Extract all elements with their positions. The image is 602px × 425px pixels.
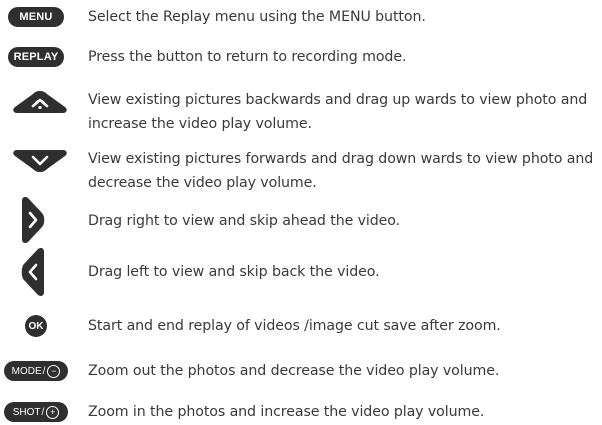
- down-arrow-button-icon: [12, 149, 68, 173]
- mode-button-label: MODE: [11, 365, 42, 377]
- instruction-row-replay: REPLAY Press the button to return to rec…: [0, 45, 602, 71]
- instruction-text-ok: Start and end replay of videos /image cu…: [88, 318, 501, 334]
- ok-button-icon: OK: [25, 315, 47, 337]
- ok-button-label: OK: [28, 320, 44, 332]
- instruction-text-up: View existing pictures backwards and dra…: [88, 92, 588, 132]
- plus-icon: +: [46, 405, 60, 419]
- menu-button-label: MENU: [19, 11, 53, 23]
- up-arrow-button-shape: [13, 91, 67, 113]
- instruction-row-down: View existing pictures forwards and drag…: [0, 147, 602, 197]
- instruction-row-shot: SHOT / + Zoom in the photos and increase…: [0, 400, 602, 425]
- instruction-text-replay: Press the button to return to recording …: [88, 49, 407, 65]
- instruction-row-menu: MENU Select the Replay menu using the ME…: [0, 5, 602, 31]
- instruction-row-up: View existing pictures backwards and dra…: [0, 88, 602, 138]
- right-arrow-button-shape: [22, 197, 45, 243]
- instruction-row-left: Drag left to view and skip back the vide…: [0, 247, 602, 297]
- instruction-row-ok: OK Start and end replay of videos /image…: [0, 314, 602, 340]
- replay-button-icon: REPLAY: [8, 47, 64, 67]
- down-arrow-button-shape: [13, 150, 67, 172]
- instruction-text-down: View existing pictures forwards and drag…: [88, 151, 594, 191]
- instruction-row-mode: MODE / − Zoom out the photos and decreas…: [0, 359, 602, 385]
- right-arrow-button-icon: [20, 196, 46, 244]
- instruction-text-left: Drag left to view and skip back the vide…: [88, 264, 380, 280]
- instruction-text-shot: Zoom in the photos and increase the vide…: [88, 404, 485, 420]
- menu-button-icon: MENU: [8, 7, 64, 27]
- instruction-row-right: Drag right to view and skip ahead the vi…: [0, 196, 602, 244]
- minus-icon: −: [47, 364, 61, 378]
- instruction-text-right: Drag right to view and skip ahead the vi…: [88, 213, 401, 229]
- shot-button-label: SHOT: [12, 406, 41, 418]
- up-arrow-button-icon: [12, 90, 68, 114]
- replay-button-label: REPLAY: [13, 51, 59, 63]
- left-arrow-button-shape: [21, 248, 44, 296]
- left-arrow-button-icon: [20, 247, 46, 297]
- shot-plus-button-icon: SHOT / +: [4, 402, 68, 422]
- instruction-text-mode: Zoom out the photos and decrease the vid…: [88, 363, 500, 379]
- mode-minus-button-icon: MODE / −: [4, 361, 68, 381]
- instruction-text-menu: Select the Replay menu using the MENU bu…: [88, 9, 426, 25]
